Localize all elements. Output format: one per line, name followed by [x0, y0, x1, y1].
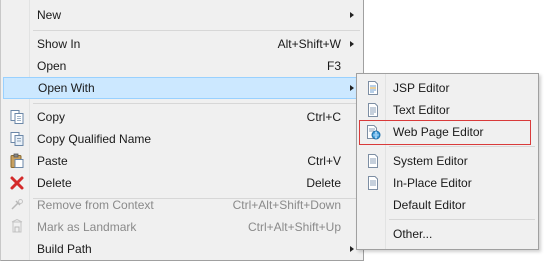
context-menu: New Show In Alt+Shift+W Open F3 Open Wit… — [0, 0, 364, 261]
menu-item-label: Text Editor — [393, 103, 450, 117]
menu-item-shortcut: F3 — [326, 59, 341, 73]
menu-item-label: New — [37, 8, 62, 22]
menu-separator — [33, 30, 360, 31]
submenu-arrow-icon — [350, 85, 354, 91]
submenu-item-default-editor[interactable]: Default Editor — [359, 194, 536, 216]
menu-item-copy[interactable]: Copy Ctrl+C — [3, 106, 361, 128]
menu-item-shortcut: Delete — [306, 176, 341, 190]
menu-item-label: Mark as Landmark — [37, 220, 137, 234]
paste-icon — [9, 153, 25, 169]
copy-qualified-name-icon — [9, 131, 25, 147]
submenu-item-text-editor[interactable]: Text Editor — [359, 99, 536, 121]
menu-item-label: System Editor — [393, 154, 468, 168]
menu-item-label: In-Place Editor — [393, 176, 472, 190]
menu-item-label: Copy — [37, 110, 66, 124]
menu-item-shortcut: Alt+Shift+W — [277, 37, 341, 51]
annotation-outline — [359, 120, 531, 145]
menu-item-mark-as-landmark[interactable]: Mark as Landmark Ctrl+Alt+Shift+Up — [3, 216, 361, 238]
menu-separator — [389, 219, 535, 220]
text-file-icon — [365, 102, 381, 118]
submenu-arrow-icon — [350, 246, 354, 252]
copy-icon — [9, 109, 25, 125]
menu-item-label: Show In — [37, 37, 81, 51]
menu-item-paste[interactable]: Paste Ctrl+V — [3, 150, 361, 172]
submenu-item-in-place-editor[interactable]: In-Place Editor — [359, 172, 536, 194]
menu-separator — [389, 146, 535, 147]
submenu-arrow-icon — [350, 12, 354, 18]
menu-item-shortcut: Ctrl+Alt+Shift+Up — [247, 220, 341, 234]
menu-item-open[interactable]: Open F3 — [3, 55, 361, 77]
submenu-arrow-icon — [350, 41, 354, 47]
menu-item-shortcut: Ctrl+V — [307, 154, 341, 168]
landmark-icon — [9, 218, 25, 235]
menu-item-new[interactable]: New — [3, 4, 361, 26]
menu-item-label: JSP Editor — [393, 81, 450, 95]
menu-item-copy-qualified-name[interactable]: Copy Qualified Name — [3, 128, 361, 150]
submenu-item-system-editor[interactable]: System Editor — [359, 150, 536, 172]
open-with-submenu: JSP Editor Text Editor Web Page Editor S… — [356, 73, 539, 250]
delete-icon — [9, 175, 25, 191]
menu-item-label: Delete — [37, 176, 72, 190]
menu-separator — [33, 103, 360, 104]
menu-item-label: Other... — [393, 227, 433, 241]
menu-item-show-in[interactable]: Show In Alt+Shift+W — [3, 33, 361, 55]
menu-item-label: Build Path — [37, 242, 92, 256]
menu-item-label: Remove from Context — [37, 198, 154, 212]
menu-item-build-path[interactable]: Build Path — [3, 238, 361, 260]
menu-item-label: Copy Qualified Name — [37, 132, 152, 146]
menu-item-label: Open — [37, 59, 67, 73]
system-editor-icon — [365, 153, 381, 169]
menu-item-label: Paste — [37, 154, 68, 168]
submenu-item-other[interactable]: Other... — [359, 223, 536, 245]
menu-item-delete[interactable]: Delete Delete — [3, 172, 361, 194]
menu-item-label: Default Editor — [393, 198, 466, 212]
menu-item-remove-from-context[interactable]: Remove from Context Ctrl+Alt+Shift+Down — [3, 194, 361, 216]
submenu-item-jsp-editor[interactable]: JSP Editor — [359, 77, 536, 99]
menu-item-open-with[interactable]: Open With — [3, 77, 361, 99]
menu-item-label: Open With — [38, 81, 95, 95]
menu-item-shortcut: Ctrl+Alt+Shift+Down — [232, 198, 341, 212]
in-place-editor-icon — [365, 175, 381, 191]
menu-item-shortcut: Ctrl+C — [306, 110, 341, 124]
remove-context-icon — [9, 197, 25, 213]
jsp-file-icon — [365, 80, 381, 96]
